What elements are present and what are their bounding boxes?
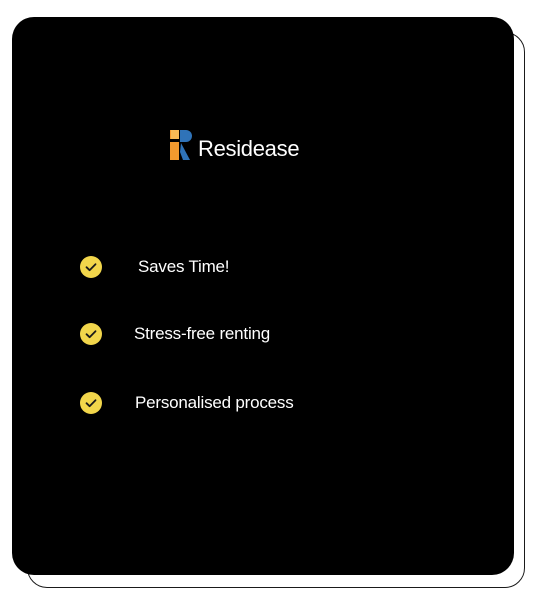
feature-item-personalised: Personalised process [80, 392, 294, 414]
feature-card: Residease Saves Time! Stress-free rentin… [12, 17, 514, 575]
page: Residease Saves Time! Stress-free rentin… [0, 0, 541, 597]
check-circle-icon [80, 256, 102, 278]
feature-label: Personalised process [135, 393, 294, 412]
check-circle-icon [80, 392, 102, 414]
residease-logo-icon [170, 130, 192, 160]
check-circle-icon [80, 323, 102, 345]
feature-label: Saves Time! [138, 257, 230, 276]
feature-label: Stress-free renting [134, 324, 271, 343]
brand: Residease [170, 130, 300, 161]
feature-item-saves-time: Saves Time! [80, 256, 230, 278]
feature-item-stress-free: Stress-free renting [80, 323, 270, 345]
brand-name: Residease [198, 136, 300, 161]
